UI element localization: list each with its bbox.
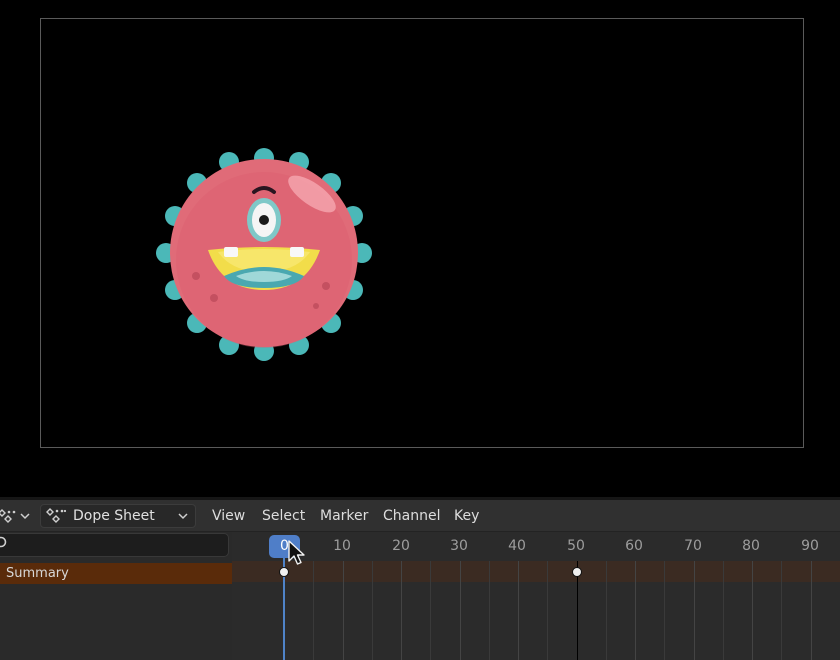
dope-sheet-header: Dope Sheet View Select Marker Channel Ke… xyxy=(0,500,840,532)
keyframe-0[interactable] xyxy=(279,567,289,577)
search-icon xyxy=(0,536,7,548)
tick-label-80: 80 xyxy=(742,538,760,554)
tick-label-90: 90 xyxy=(801,538,819,554)
camera-frame xyxy=(40,18,804,448)
tick-label-30: 30 xyxy=(450,538,468,554)
grid-line xyxy=(547,561,548,660)
grid-line xyxy=(313,561,314,660)
grid-line xyxy=(460,561,461,660)
menu-channel[interactable]: Channel xyxy=(379,504,444,528)
grid-line xyxy=(752,561,753,660)
chevron-down-icon xyxy=(178,513,188,520)
menu-select[interactable]: Select xyxy=(258,504,309,528)
grid-line xyxy=(489,561,490,660)
frame-ruler[interactable]: 10 20 30 40 50 60 70 80 90 xyxy=(232,532,840,561)
menu-marker[interactable]: Marker xyxy=(316,504,372,528)
menu-view[interactable]: View xyxy=(208,504,249,528)
grid-line xyxy=(430,561,431,660)
mode-select[interactable]: Dope Sheet xyxy=(40,504,196,528)
tick-label-40: 40 xyxy=(508,538,526,554)
grid-line xyxy=(811,561,812,660)
grid-line xyxy=(694,561,695,660)
tick-label-70: 70 xyxy=(684,538,702,554)
dope-sheet-icon xyxy=(46,508,67,523)
menu-key[interactable]: Key xyxy=(450,504,483,528)
grid-line xyxy=(343,561,344,660)
mode-label: Dope Sheet xyxy=(73,508,155,524)
keyframe-50[interactable] xyxy=(571,567,582,577)
search-input[interactable] xyxy=(14,534,224,552)
tick-label-10: 10 xyxy=(333,538,351,554)
grid-line xyxy=(518,561,519,660)
timeline-region[interactable]: 10 20 30 40 50 60 70 80 90 0 xyxy=(232,532,840,660)
mouse-cursor-icon xyxy=(288,540,305,565)
summary-channel-row[interactable]: Summary xyxy=(0,563,232,584)
monster-character xyxy=(156,148,372,361)
grid-line xyxy=(664,561,665,660)
tick-label-50: 50 xyxy=(567,538,585,554)
tick-label-20: 20 xyxy=(392,538,410,554)
chevron-down-icon xyxy=(20,513,30,520)
dope-sheet-icon xyxy=(0,509,16,523)
summary-label: Summary xyxy=(6,566,69,581)
grid-line xyxy=(635,561,636,660)
grid-line xyxy=(372,561,373,660)
summary-keyframe-band xyxy=(232,561,840,582)
viewport[interactable] xyxy=(0,0,840,497)
editor-type-button[interactable] xyxy=(0,504,32,528)
grid-line xyxy=(606,561,607,660)
grid-line xyxy=(723,561,724,660)
grid-line xyxy=(401,561,402,660)
tick-label-60: 60 xyxy=(625,538,643,554)
grid-line xyxy=(781,561,782,660)
channel-region: Summary xyxy=(0,532,232,660)
